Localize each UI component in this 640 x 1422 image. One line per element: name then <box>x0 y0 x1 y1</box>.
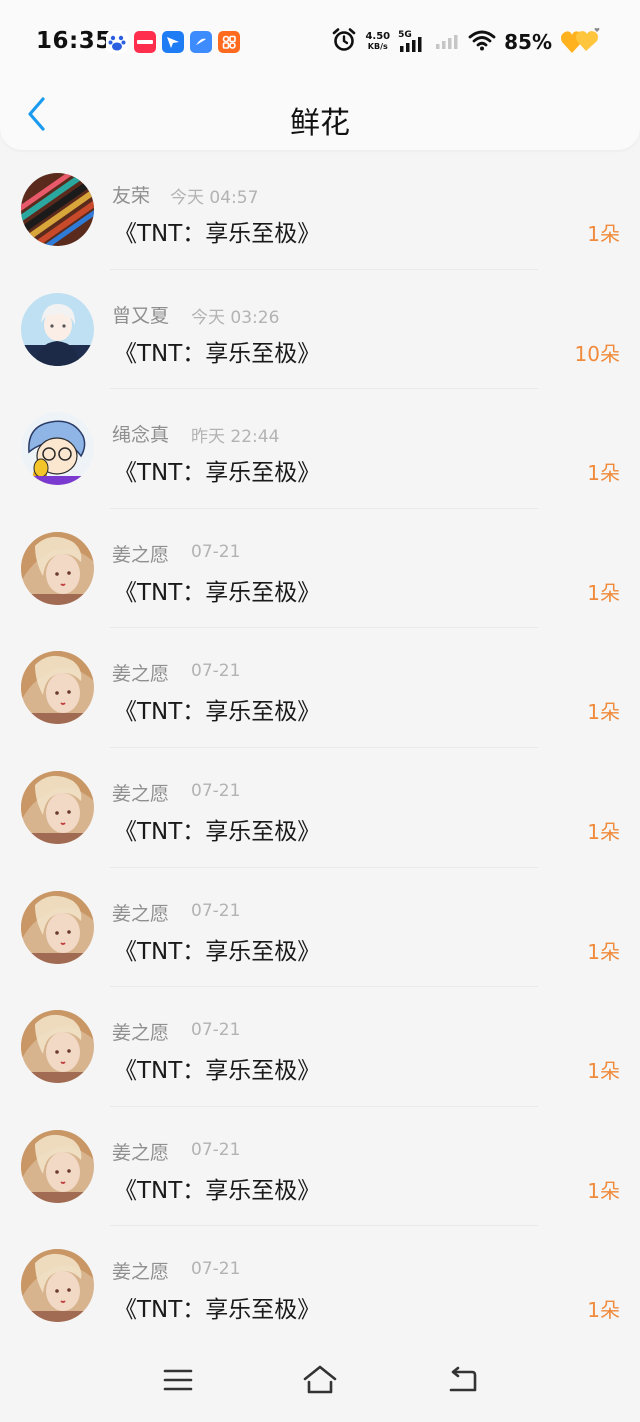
send-time: 07-21 <box>191 1020 241 1041</box>
work-title: 《TNT：享乐至极》 <box>114 1297 321 1324</box>
send-time: 今天 03:26 <box>191 307 280 328</box>
avatar[interactable] <box>21 531 94 605</box>
list-item[interactable]: 绳念真 昨天 22:44 《TNT：享乐至极》 1朵 <box>0 389 640 509</box>
list-item[interactable]: 姜之愿 07-21 《TNT：享乐至极》 1朵 <box>0 987 640 1107</box>
work-title: 《TNT：享乐至极》 <box>114 460 321 487</box>
work-title: 《TNT：享乐至极》 <box>114 1177 321 1204</box>
menu-button[interactable] <box>156 1360 200 1404</box>
net-speed-value: 4.50 <box>365 31 391 42</box>
page-title: 鲜花 <box>290 106 350 141</box>
sender-name: 友荣 <box>112 185 151 207</box>
send-time: 07-21 <box>191 541 241 562</box>
home-button[interactable] <box>298 1360 342 1404</box>
baidu-icon <box>106 31 128 53</box>
list-item[interactable]: 姜之愿 07-21 《TNT：享乐至极》 1朵 <box>0 868 640 988</box>
flower-count: 1朵 <box>587 1298 620 1323</box>
list-item[interactable]: 曾又夏 今天 03:26 《TNT：享乐至极》 10朵 <box>0 270 640 390</box>
list-item[interactable]: 姜之愿 07-21 《TNT：享乐至极》 1朵 <box>0 1226 640 1346</box>
avatar[interactable] <box>21 1129 94 1203</box>
feishu-icon <box>162 31 184 53</box>
list-item[interactable]: 姜之愿 07-21 《TNT：享乐至极》 1朵 <box>0 1107 640 1227</box>
work-title: 《TNT：享乐至极》 <box>114 579 321 606</box>
home-icon <box>302 1365 338 1399</box>
send-time: 昨天 22:44 <box>191 427 280 448</box>
wifi-icon <box>468 29 496 55</box>
send-time: 07-21 <box>191 780 241 801</box>
sender-name: 姜之愿 <box>112 1022 170 1045</box>
flower-list: 友荣 今天 04:57 《TNT：享乐至极》 1朵 曾又夏 今天 03:26 《… <box>0 150 640 1346</box>
flower-count: 10朵 <box>574 341 620 366</box>
sender-name: 姜之愿 <box>112 543 170 566</box>
avatar[interactable] <box>21 651 94 725</box>
flower-count: 1朵 <box>587 700 620 725</box>
menu-icon <box>163 1368 193 1396</box>
list-item[interactable]: 姜之愿 07-21 《TNT：享乐至极》 1朵 <box>0 748 640 868</box>
avatar[interactable] <box>21 173 94 246</box>
avatar[interactable] <box>21 890 94 964</box>
notification-icons <box>106 31 240 53</box>
work-title: 《TNT：享乐至极》 <box>114 340 321 367</box>
sender-name: 姜之愿 <box>112 782 170 805</box>
header: 16:35 4.50 KB/s 5G 85% 鲜花 <box>0 0 640 150</box>
alarm-icon <box>331 27 357 57</box>
work-title: 《TNT：享乐至极》 <box>114 818 321 845</box>
send-time: 07-21 <box>191 1139 241 1160</box>
flower-count: 1朵 <box>587 819 620 844</box>
battery-hearts-icon <box>560 23 602 61</box>
send-time: 07-21 <box>191 900 241 921</box>
xiaohongshu-icon <box>134 31 156 53</box>
sender-name: 姜之愿 <box>112 902 170 925</box>
avatar[interactable] <box>21 1010 94 1084</box>
list-item[interactable]: 姜之愿 07-21 《TNT：享乐至极》 1朵 <box>0 628 640 748</box>
avatar[interactable] <box>21 1249 94 1323</box>
status-time: 16:35 <box>36 28 112 54</box>
send-time: 07-21 <box>191 1259 241 1280</box>
back-icon <box>446 1366 478 1398</box>
sender-name: 姜之愿 <box>112 1261 170 1284</box>
flower-count: 1朵 <box>587 1178 620 1203</box>
flower-count: 1朵 <box>587 939 620 964</box>
net-speed-unit: KB/s <box>367 42 388 51</box>
app-orange-icon <box>218 31 240 53</box>
sender-name: 姜之愿 <box>112 663 170 686</box>
flower-count: 1朵 <box>587 461 620 486</box>
screen: 16:35 4.50 KB/s 5G 85% 鲜花 友荣 今天 04:57 《T… <box>0 0 640 1422</box>
status-bar: 16:35 4.50 KB/s 5G 85% <box>0 0 640 84</box>
network-speed: 4.50 KB/s <box>365 32 390 52</box>
list-item[interactable]: 友荣 今天 04:57 《TNT：享乐至极》 1朵 <box>0 150 640 270</box>
sender-name: 曾又夏 <box>112 304 170 327</box>
work-title: 《TNT：享乐至极》 <box>114 1058 321 1085</box>
flower-count: 1朵 <box>587 580 620 605</box>
list-item[interactable]: 姜之愿 07-21 《TNT：享乐至极》 1朵 <box>0 509 640 629</box>
app-blue-icon <box>190 31 212 53</box>
send-time: 07-21 <box>191 661 241 682</box>
battery-level: 85% <box>504 30 552 54</box>
work-title: 《TNT：享乐至极》 <box>114 221 321 247</box>
avatar[interactable] <box>21 770 94 844</box>
status-right: 4.50 KB/s 5G 85% <box>331 24 602 60</box>
send-time: 今天 04:57 <box>170 188 259 208</box>
avatar[interactable] <box>21 292 94 366</box>
work-title: 《TNT：享乐至极》 <box>114 699 321 726</box>
work-title: 《TNT：享乐至极》 <box>114 938 321 965</box>
signal-strength-secondary-icon <box>434 30 460 54</box>
avatar[interactable] <box>21 412 94 486</box>
sender-name: 绳念真 <box>112 424 170 447</box>
sender-name: 姜之愿 <box>112 1141 170 1164</box>
system-nav-bar <box>0 1346 640 1422</box>
system-back-button[interactable] <box>440 1360 484 1404</box>
flower-count: 1朵 <box>587 222 620 246</box>
flower-count: 1朵 <box>587 1059 620 1084</box>
signal-strength-icon: 5G <box>398 30 426 54</box>
title-bar: 鲜花 <box>0 84 640 150</box>
